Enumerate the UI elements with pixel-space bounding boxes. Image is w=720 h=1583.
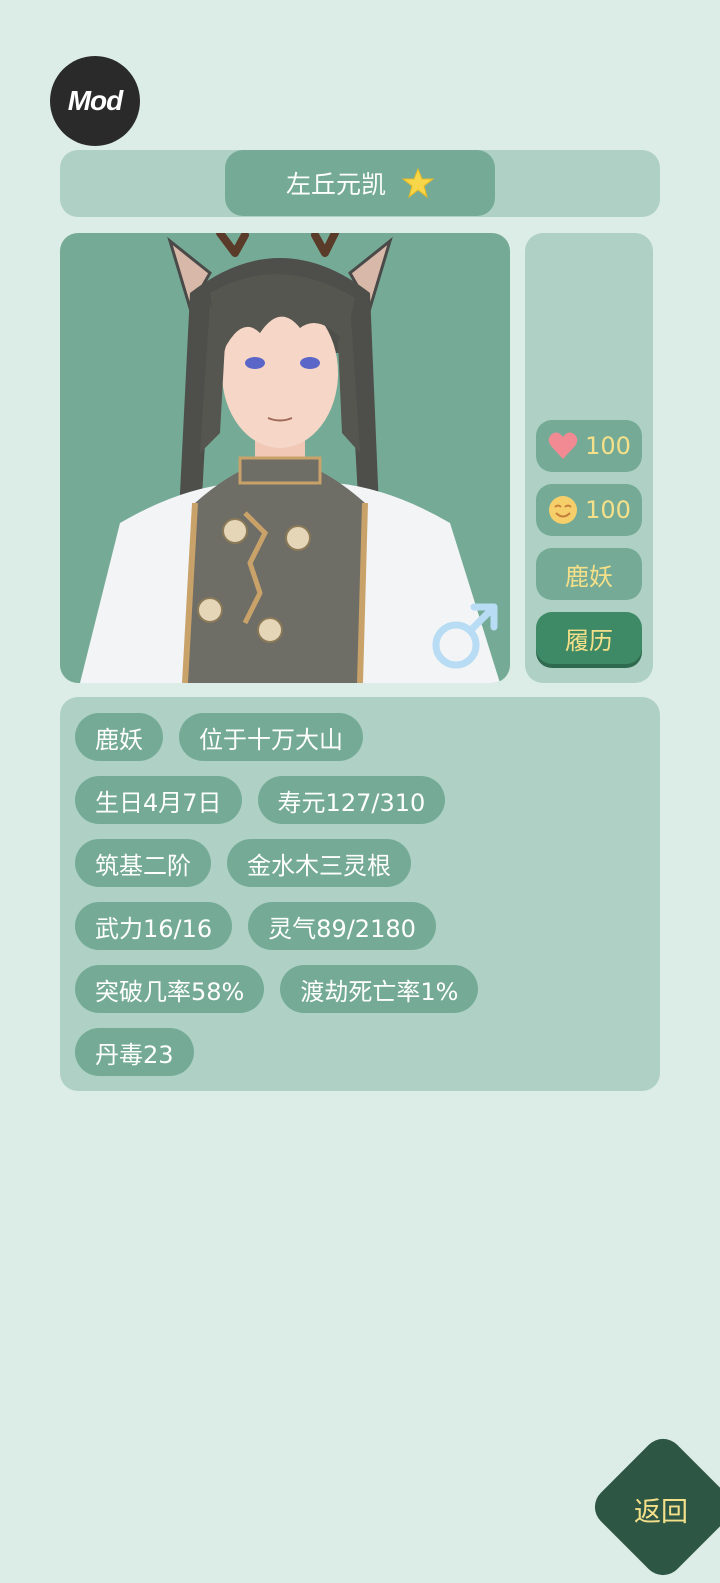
affection-value: 100 <box>585 432 631 460</box>
heart-icon <box>548 432 578 459</box>
attribute-chip: 金水木三灵根 <box>227 839 411 887</box>
character-portrait <box>60 233 510 683</box>
attribute-chip: 位于十万大山 <box>179 713 363 761</box>
attribute-chip: 武力16/16 <box>75 902 233 950</box>
character-name: 左丘元凯 <box>285 170 386 199</box>
mod-badge[interactable]: Mod <box>50 56 140 146</box>
attribute-row: 突破几率58% 渡劫死亡率1% <box>75 965 479 1013</box>
attribute-chip: 灵气89/2180 <box>248 902 436 950</box>
mood-value: 100 <box>585 496 631 524</box>
character-name-tab: 左丘元凯 <box>225 150 495 216</box>
smiley-icon <box>549 496 578 524</box>
back-button-label[interactable]: 返回 <box>634 1490 688 1529</box>
side-panel: 100 100 鹿妖 履历 <box>525 233 653 683</box>
race-chip: 鹿妖 <box>536 548 642 600</box>
attribute-row: 生日4月7日 寿元127/310 <box>75 776 446 824</box>
attributes-panel: 鹿妖 位于十万大山 生日4月7日 寿元127/310 筑基二阶 金水木三灵根 武… <box>60 697 660 1091</box>
attribute-row: 丹毒23 <box>75 1028 194 1076</box>
attribute-chip: 突破几率58% <box>75 965 265 1013</box>
attribute-chip: 生日4月7日 <box>75 776 242 824</box>
male-symbol-icon <box>432 603 498 669</box>
attribute-chip: 丹毒23 <box>75 1028 194 1076</box>
attribute-chip: 鹿妖 <box>75 713 163 761</box>
attribute-chip: 渡劫死亡率1% <box>280 965 479 1013</box>
attribute-row: 筑基二阶 金水木三灵根 <box>75 839 411 887</box>
attribute-row: 鹿妖 位于十万大山 <box>75 713 363 761</box>
attribute-chip: 筑基二阶 <box>75 839 211 887</box>
attribute-row: 武力16/16 灵气89/2180 <box>75 902 436 950</box>
affection-stat: 100 <box>536 420 642 472</box>
name-bar: 左丘元凯 <box>60 150 660 217</box>
star-icon[interactable] <box>402 167 434 199</box>
attribute-chip: 寿元127/310 <box>257 776 446 824</box>
resume-button[interactable]: 履历 <box>536 612 642 664</box>
mood-stat: 100 <box>536 484 642 536</box>
